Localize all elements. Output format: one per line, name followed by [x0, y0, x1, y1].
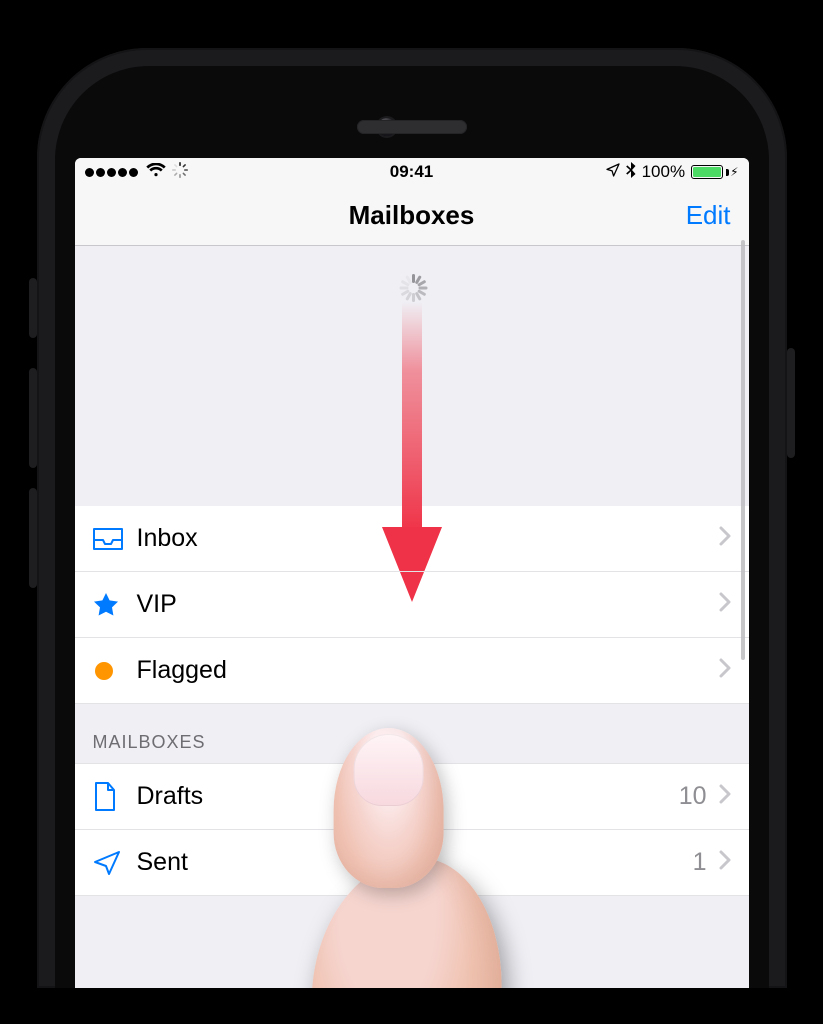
- earpiece-speaker: [357, 120, 467, 134]
- page-title: Mailboxes: [349, 200, 475, 231]
- chevron-right-icon: [719, 784, 731, 809]
- scroll-indicator[interactable]: [741, 240, 745, 660]
- sent-icon: [93, 850, 137, 876]
- battery-icon: ⚡︎: [691, 165, 738, 179]
- battery-percent: 100%: [642, 162, 685, 182]
- location-icon: [606, 162, 620, 182]
- phone-frame: 09:41 100% ⚡︎: [37, 48, 787, 988]
- section-header-mailboxes: MAILBOXES: [75, 704, 749, 764]
- power-button: [787, 348, 795, 458]
- pull-to-refresh-area[interactable]: [75, 246, 749, 506]
- favorites-list: Inbox VIP: [75, 506, 749, 704]
- edit-button[interactable]: Edit: [686, 200, 731, 231]
- screen: 09:41 100% ⚡︎: [75, 158, 749, 988]
- mailbox-row-drafts[interactable]: Drafts 10: [75, 764, 749, 830]
- chevron-right-icon: [719, 658, 731, 683]
- activity-spinner-icon: [172, 162, 188, 183]
- status-clock: 09:41: [390, 162, 433, 182]
- mailbox-row-flagged[interactable]: Flagged: [75, 638, 749, 704]
- dot-icon: [93, 660, 137, 682]
- star-icon: [93, 592, 137, 618]
- mailbox-label: VIP: [137, 590, 177, 619]
- mute-switch: [29, 278, 37, 338]
- draft-icon: [93, 782, 137, 812]
- mailbox-label: Inbox: [137, 524, 198, 553]
- phone-bezel: 09:41 100% ⚡︎: [55, 66, 769, 988]
- mailbox-row-sent[interactable]: Sent 1: [75, 830, 749, 896]
- volume-up-button: [29, 368, 37, 468]
- wifi-icon: [146, 162, 166, 182]
- mailbox-label: Sent: [137, 848, 188, 877]
- bluetooth-icon: [626, 162, 636, 183]
- mailbox-label: Drafts: [137, 782, 204, 811]
- mailbox-count: 1: [693, 848, 707, 877]
- mailbox-row-vip[interactable]: VIP: [75, 572, 749, 638]
- status-bar: 09:41 100% ⚡︎: [75, 158, 749, 186]
- chevron-right-icon: [719, 850, 731, 875]
- mailboxes-list: Drafts 10 Sent: [75, 764, 749, 896]
- chevron-right-icon: [719, 526, 731, 551]
- inbox-icon: [93, 528, 137, 550]
- loading-spinner-icon: [398, 274, 426, 302]
- signal-strength-icon: [85, 162, 140, 182]
- nav-bar: Mailboxes Edit: [75, 186, 749, 246]
- mailbox-label: Flagged: [137, 656, 227, 685]
- mailbox-count: 10: [679, 782, 707, 811]
- chevron-right-icon: [719, 592, 731, 617]
- mailbox-row-inbox[interactable]: Inbox: [75, 506, 749, 572]
- volume-down-button: [29, 488, 37, 588]
